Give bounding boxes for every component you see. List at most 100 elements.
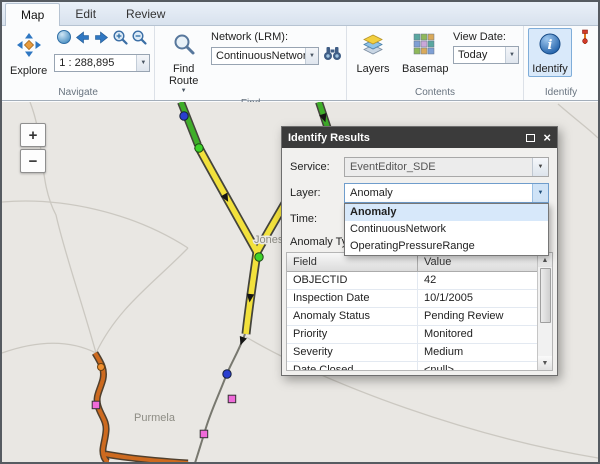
green-point-marker (255, 253, 263, 261)
pink-anomaly-marker (228, 395, 236, 403)
previous-extent-button[interactable] (73, 30, 92, 49)
svg-text:i: i (548, 38, 553, 53)
chevron-down-icon[interactable]: ▼ (136, 55, 149, 71)
back-arrow-icon (74, 29, 91, 51)
table-row[interactable]: Anomaly Status Pending Review (287, 308, 537, 326)
event-editor-window: Map Edit Review Explore (0, 0, 600, 464)
next-extent-button[interactable] (92, 30, 111, 49)
dropdown-option-anomaly[interactable]: Anomaly (345, 204, 548, 221)
network-lrm-label: Network (LRM): (211, 30, 342, 44)
table-row[interactable]: Inspection Date 10/1/2005 (287, 290, 537, 308)
identify-icon: i (538, 32, 562, 61)
chevron-down-icon[interactable]: ▼ (532, 158, 548, 176)
layer-label: Layer: (290, 187, 321, 199)
layer-dropdown-list: Anomaly ContinuousNetwork OperatingPress… (344, 203, 549, 256)
maximize-icon[interactable] (526, 134, 535, 142)
dropdown-option-operatingpressurerange[interactable]: OperatingPressureRange (345, 238, 548, 255)
field-cell: Severity (287, 344, 418, 362)
map-viewport[interactable]: Jonesboro Purmela + − Identify Results ×… (2, 102, 598, 462)
table-body: Field Value OBJECTID 42 Inspection Date … (287, 253, 537, 370)
value-cell: Pending Review (418, 308, 537, 326)
full-extent-icon (56, 29, 72, 50)
map-zoom-in-button[interactable]: + (20, 123, 46, 147)
table-row[interactable]: Priority Monitored (287, 326, 537, 344)
binoculars-icon (323, 46, 342, 66)
identify-label: Identify (532, 63, 567, 75)
layer-combobox[interactable]: Anomaly ▼ (344, 183, 549, 203)
group-label-navigate: Navigate (6, 86, 150, 100)
identify-results-table: Field Value OBJECTID 42 Inspection Date … (286, 252, 553, 371)
value-cell: Medium (418, 344, 537, 362)
service-value: EventEditor_SDE (345, 161, 532, 173)
route-point-markers (92, 112, 263, 438)
service-label: Service: (290, 161, 330, 173)
basemap-label: Basemap (402, 63, 446, 75)
zoom-in-button[interactable] (111, 30, 130, 49)
scrollbar-thumb[interactable] (540, 268, 551, 323)
search-binoculars-button[interactable] (323, 46, 342, 65)
group-identify: i Identify Identify (524, 26, 598, 100)
scroll-down-icon[interactable]: ▼ (538, 356, 553, 370)
chevron-down-icon[interactable]: ▼ (305, 48, 318, 64)
value-cell: <null> (418, 362, 537, 370)
map-scale-value: 1 : 288,895 (55, 57, 136, 69)
value-cell: 42 (418, 272, 537, 290)
field-cell: Priority (287, 326, 418, 344)
basemap-button[interactable]: Basemap (398, 28, 450, 77)
explore-icon (16, 32, 42, 63)
map-zoom-out-button[interactable]: − (20, 149, 46, 173)
layers-button[interactable]: Layers (351, 28, 395, 77)
chevron-down-icon[interactable]: ▼ (532, 184, 548, 202)
field-cell: Date Closed (287, 362, 418, 370)
layers-icon (361, 32, 385, 61)
zoom-out-button[interactable] (130, 30, 149, 49)
find-route-label: Find Route (163, 63, 204, 87)
value-cell: 10/1/2005 (418, 290, 537, 308)
view-date-combobox[interactable]: Today ▼ (453, 46, 519, 64)
group-find: Find Route ▼ Network (LRM): ContinuousNe… (155, 26, 347, 100)
time-label: Time: (290, 213, 317, 225)
zoom-in-icon (112, 29, 129, 51)
orange-point-marker (98, 364, 105, 371)
table-row[interactable]: OBJECTID 42 (287, 272, 537, 290)
view-date-label: View Date: (453, 30, 519, 44)
dialog-title-bar[interactable]: Identify Results × (282, 127, 557, 148)
pink-anomaly-marker (200, 430, 208, 438)
explore-button[interactable]: Explore (6, 28, 51, 79)
group-contents: Layers Basemap View Date: To (347, 26, 524, 100)
tab-edit[interactable]: Edit (60, 3, 111, 25)
value-cell: Monitored (418, 326, 537, 344)
network-lrm-value: ContinuousNetwork (212, 50, 305, 62)
table-row[interactable]: Date Closed <null> (287, 362, 537, 370)
tab-map[interactable]: Map (5, 3, 60, 26)
close-icon[interactable]: × (543, 132, 551, 143)
find-route-icon (172, 32, 196, 61)
dropdown-option-continuousnetwork[interactable]: ContinuousNetwork (345, 221, 548, 238)
tab-review[interactable]: Review (111, 3, 180, 25)
zoom-out-icon (131, 29, 148, 51)
full-extent-button[interactable] (54, 30, 73, 49)
table-scrollbar[interactable]: ▲ ▼ (537, 253, 552, 370)
forward-arrow-icon (93, 29, 110, 51)
service-combobox[interactable]: EventEditor_SDE ▼ (344, 157, 549, 177)
gray-route (195, 334, 245, 462)
find-route-button[interactable]: Find Route ▼ (159, 28, 208, 97)
field-cell: OBJECTID (287, 272, 418, 290)
pink-anomaly-marker (92, 401, 100, 409)
identify-results-dialog: Identify Results × Service: EventEditor_… (281, 126, 558, 376)
identify-button[interactable]: i Identify (528, 28, 572, 77)
explore-label: Explore (10, 65, 47, 77)
layers-label: Layers (356, 63, 389, 75)
identify-route-tool-button[interactable] (575, 30, 594, 49)
ribbon-tab-bar: Map Edit Review (2, 2, 598, 26)
ribbon: Explore (2, 26, 598, 101)
field-cell: Anomaly Status (287, 308, 418, 326)
chevron-down-icon[interactable]: ▼ (505, 47, 518, 63)
table-row[interactable]: Severity Medium (287, 344, 537, 362)
identify-route-tool-icon (577, 28, 593, 51)
field-cell: Inspection Date (287, 290, 418, 308)
network-lrm-combobox[interactable]: ContinuousNetwork ▼ (211, 47, 319, 65)
view-date-value: Today (454, 49, 505, 61)
map-zoom-controls: + − (20, 123, 46, 173)
map-scale-combobox[interactable]: 1 : 288,895 ▼ (54, 54, 150, 72)
